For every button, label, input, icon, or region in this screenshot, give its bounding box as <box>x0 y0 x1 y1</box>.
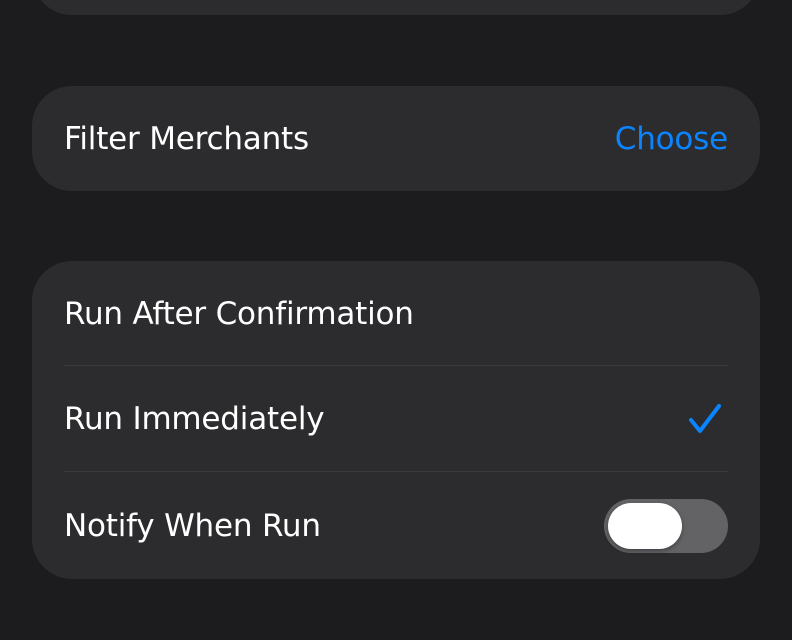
filter-merchants-label: Filter Merchants <box>64 120 309 157</box>
notify-when-run-label: Notify When Run <box>64 507 321 544</box>
toggle-knob <box>608 502 682 549</box>
run-immediately-row[interactable]: Run Immediately <box>32 366 760 472</box>
run-immediately-label: Run Immediately <box>64 401 325 437</box>
checkmark-icon <box>688 403 722 435</box>
notify-when-run-toggle[interactable] <box>604 498 728 553</box>
notify-when-run-row: Notify When Run <box>32 472 760 579</box>
filter-merchants-row[interactable]: Filter Merchants Choose <box>32 86 760 191</box>
filter-merchants-group: Filter Merchants Choose <box>32 86 760 191</box>
run-after-confirmation-row[interactable]: Run After Confirmation <box>32 261 760 366</box>
choose-merchants-button[interactable]: Choose <box>615 121 728 157</box>
run-options-group: Run After Confirmation Run Immediately N… <box>32 261 760 579</box>
previous-settings-group <box>32 0 760 15</box>
run-after-confirmation-label: Run After Confirmation <box>64 295 414 332</box>
checkmark-icon-graphic <box>689 404 721 433</box>
settings-screen: Filter Merchants Choose Run After Confir… <box>0 0 792 640</box>
